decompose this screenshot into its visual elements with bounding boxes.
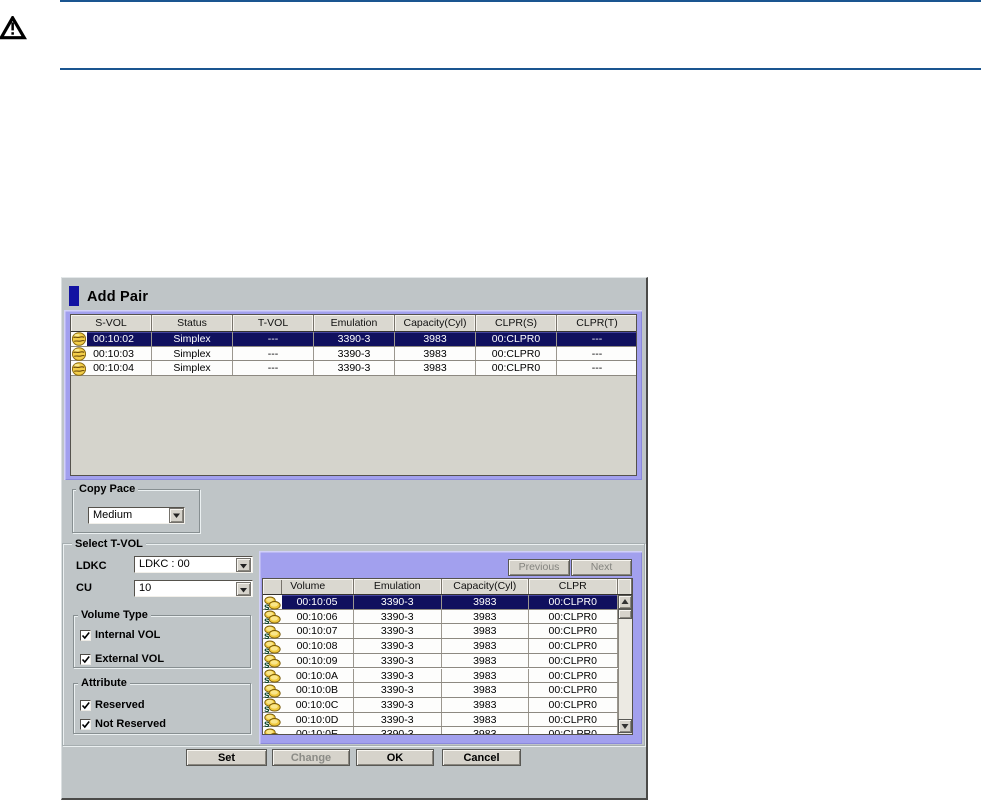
svg-text:s: s <box>264 704 270 712</box>
svg-text:s: s <box>264 689 270 697</box>
svg-text:s: s <box>264 734 270 735</box>
svg-text:s: s <box>264 660 270 668</box>
svg-text:s: s <box>264 601 270 609</box>
svg-text:s: s <box>264 616 270 624</box>
svg-text:s: s <box>264 675 270 683</box>
svg-text:s: s <box>264 645 270 653</box>
svg-text:s: s <box>264 719 270 727</box>
svg-text:s: s <box>264 631 270 639</box>
